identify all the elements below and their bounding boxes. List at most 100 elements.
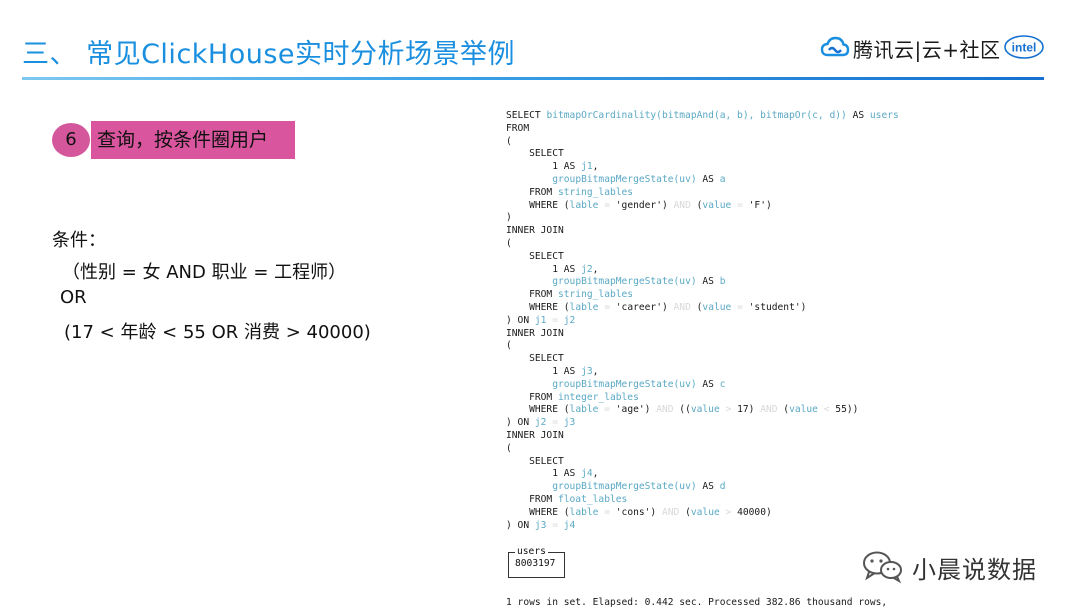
code-token: AND	[673, 301, 691, 313]
wechat-icon	[863, 551, 902, 584]
code-line: WHERE (lable = 'age') AND ((value > 17) …	[506, 404, 899, 417]
code-line: 1 AS j4,	[506, 468, 899, 481]
result-value: 8003197	[515, 558, 556, 569]
code-token: value	[702, 199, 732, 211]
query-stats: 1 rows in set. Elapsed: 0.442 sec. Proce…	[506, 597, 892, 608]
code-line: ) ON j2 = j3	[506, 417, 899, 430]
code-line: SELECT bitmapOrCardinality(bitmapAnd(a, …	[506, 110, 899, 123]
code-token: d	[719, 481, 726, 493]
code-token: AS	[846, 110, 870, 121]
code-line: 1 AS j3,	[506, 366, 899, 379]
code-line: INNER JOIN	[506, 430, 899, 443]
code-token: string_lables	[557, 186, 634, 198]
code-line: ) ON j1 = j2	[506, 315, 899, 328]
code-token: )	[506, 212, 512, 224]
code-line: groupBitmapMergeState(uv) AS d	[506, 481, 899, 494]
code-token: integer_lables	[557, 391, 639, 403]
condition-line: OR	[60, 287, 87, 308]
code-line: INNER JOIN	[506, 225, 899, 238]
code-line: SELECT	[506, 353, 899, 366]
result-column-header: users	[515, 546, 548, 557]
code-token: =	[598, 301, 616, 313]
code-token: AS	[696, 378, 720, 390]
code-token: =	[598, 506, 616, 518]
code-token: ,	[592, 468, 599, 480]
code-token: SELECT	[506, 148, 564, 160]
code-token: string_lables	[557, 289, 634, 301]
intel-logo: intel	[1004, 35, 1044, 59]
code-line: groupBitmapMergeState(uv) AS a	[506, 174, 899, 187]
code-token: WHERE (	[506, 506, 570, 518]
code-token: groupBitmapMergeState(uv)	[552, 173, 697, 185]
code-line: (	[506, 443, 899, 456]
code-token: value	[690, 506, 720, 518]
code-token: 'gender')	[615, 199, 674, 211]
code-token: AND	[673, 199, 691, 211]
intel-logo-text: intel	[1012, 41, 1037, 55]
code-token: FROM	[506, 289, 558, 301]
code-line: SELECT	[506, 148, 899, 161]
code-token: FROM	[506, 493, 558, 505]
code-token: =	[731, 301, 749, 313]
code-token: (	[679, 506, 691, 518]
code-token: 40000)	[737, 506, 772, 518]
code-token: 1 AS	[506, 365, 582, 377]
code-token: j3	[534, 519, 547, 531]
code-line: SELECT	[506, 456, 899, 469]
code-line: SELECT	[506, 251, 899, 264]
code-token: lable	[569, 404, 599, 416]
code-token: ) ON	[506, 314, 535, 326]
code-token: 1 AS	[506, 468, 582, 480]
code-line: FROM string_lables	[506, 289, 899, 302]
code-token: ((	[673, 404, 691, 416]
code-token: ) ON	[506, 519, 535, 531]
code-token: SELECT	[506, 455, 564, 467]
code-token: >	[719, 404, 738, 416]
code-token: =	[598, 404, 616, 416]
code-token: value	[702, 301, 732, 313]
code-token: j1	[534, 314, 547, 326]
code-line: groupBitmapMergeState(uv) AS c	[506, 379, 899, 392]
code-token: 'age')	[615, 404, 657, 416]
code-line: WHERE (lable = 'career') AND (value = 's…	[506, 302, 899, 315]
code-token: (	[506, 340, 512, 352]
code-line: FROM integer_lables	[506, 392, 899, 405]
code-token: j3	[581, 365, 593, 377]
code-token: AS	[696, 481, 720, 493]
page-title: 三、 常见ClickHouse实时分析场景举例	[22, 39, 516, 70]
code-token: WHERE (	[506, 301, 570, 313]
code-token: users	[869, 110, 899, 121]
code-token: (	[690, 301, 703, 313]
code-token: ) ON	[506, 417, 535, 429]
code-line: FROM float_lables	[506, 494, 899, 507]
code-token: =	[546, 417, 564, 429]
code-token: AS	[696, 173, 720, 185]
code-token: j2	[581, 263, 593, 275]
code-token: =	[598, 199, 616, 211]
code-token: WHERE (	[506, 199, 570, 211]
code-token: =	[546, 519, 564, 531]
code-line: WHERE (lable = 'cons') AND (value > 4000…	[506, 507, 899, 520]
code-token: j2	[534, 417, 547, 429]
step-number-badge: 6	[52, 123, 90, 157]
code-token: 1 AS	[506, 161, 582, 173]
code-token: 17)	[737, 404, 761, 416]
code-token: lable	[569, 301, 599, 313]
code-token: ,	[592, 365, 599, 377]
tencent-cloud-icon	[820, 36, 850, 57]
code-token: groupBitmapMergeState(uv)	[552, 276, 697, 288]
watermark-text: 小晨说数据	[912, 556, 1037, 584]
code-token: ,	[592, 161, 599, 173]
code-token: INNER JOIN	[506, 225, 564, 237]
title-divider	[22, 77, 1044, 80]
code-token: j4	[581, 468, 593, 480]
code-token: =	[731, 199, 749, 211]
code-token: 'cons')	[615, 506, 662, 518]
code-line: (	[506, 238, 899, 251]
code-token: INNER JOIN	[506, 327, 564, 339]
code-token: float_lables	[557, 493, 628, 505]
code-token: AND	[661, 506, 680, 518]
sql-code-block: SELECT bitmapOrCardinality(bitmapAnd(a, …	[506, 110, 899, 532]
